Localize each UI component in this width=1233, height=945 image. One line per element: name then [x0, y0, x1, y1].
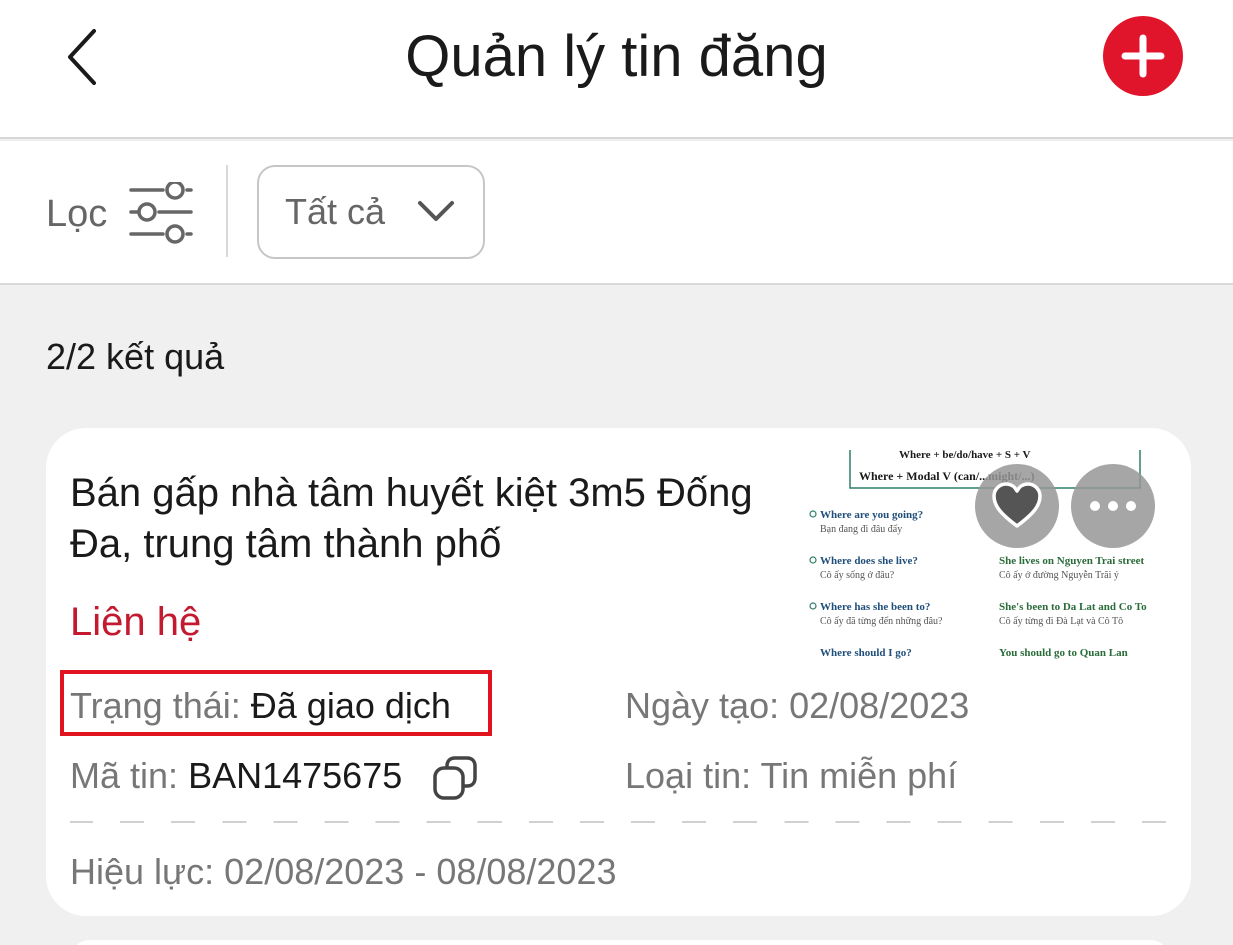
page-title: Quản lý tin đăng — [405, 24, 828, 89]
svg-text:Cô ấy đã từng đến những đâu?: Cô ấy đã từng đến những đâu? — [820, 616, 943, 627]
more-options-button[interactable] — [1071, 464, 1155, 548]
svg-text:She lives on Nguyen Trai stree: She lives on Nguyen Trai street — [999, 555, 1144, 567]
svg-text:Cô ấy từng đi Đà Lạt và Cô Tô: Cô ấy từng đi Đà Lạt và Cô Tô — [999, 616, 1123, 627]
svg-text:Where does she live?: Where does she live? — [820, 555, 918, 567]
sliders-icon — [129, 182, 194, 244]
listing-card-next[interactable] — [70, 940, 1170, 945]
svg-text:Cô ấy sống ở đâu?: Cô ấy sống ở đâu? — [820, 570, 895, 581]
created-value: 02/08/2023 — [789, 685, 970, 726]
code-label: Mã tin: — [70, 755, 179, 796]
copy-code-button[interactable] — [431, 754, 479, 802]
heart-icon — [992, 482, 1042, 528]
svg-text:Where should I go?: Where should I go? — [820, 647, 912, 659]
favorite-button[interactable] — [975, 464, 1059, 548]
validity-row: Hiệu lực: 02/08/2023 - 08/08/2023 — [70, 850, 617, 894]
svg-text:Cô ấy ở đường Nguyễn Trãi ý: Cô ấy ở đường Nguyễn Trãi ý — [999, 570, 1119, 581]
filter-button[interactable]: Lọc — [46, 181, 194, 247]
validity-value: 02/08/2023 - 08/08/2023 — [224, 851, 617, 892]
status-label: Trạng thái: — [70, 685, 241, 726]
code-row: Mã tin: BAN1475675 — [70, 754, 402, 798]
thumb-line1: Where + be/do/have + S + V — [899, 450, 1031, 461]
app-header: Quản lý tin đăng — [0, 0, 1233, 139]
more-horizontal-icon — [1090, 501, 1136, 511]
divider — [226, 165, 228, 257]
code-value: BAN1475675 — [188, 755, 403, 796]
dashed-divider — [70, 821, 1170, 823]
type-label: Loại tin: — [625, 755, 752, 796]
svg-text:You should go to Quan Lan: You should go to Quan Lan — [999, 647, 1128, 659]
svg-text:Bạn đang đi đâu đấy: Bạn đang đi đâu đấy — [820, 524, 902, 535]
listing-price: Liên hệ — [70, 600, 202, 644]
filter-bar: Lọc Tất cả — [0, 141, 1233, 285]
created-label: Ngày tạo: — [625, 685, 780, 726]
results-count: 2/2 kết quả — [46, 336, 225, 377]
copy-icon — [433, 756, 477, 800]
svg-text:Where are you going?: Where are you going? — [820, 509, 923, 521]
status-row: Trạng thái: Đã giao dịch — [70, 684, 451, 728]
svg-text:She's been to Da Lat and Co To: She's been to Da Lat and Co To — [999, 601, 1147, 613]
listing-title: Bán gấp nhà tâm huyết kiệt 3m5 Đống Đa, … — [70, 471, 753, 566]
type-row: Loại tin: Tin miễn phí — [625, 754, 957, 798]
plus-icon — [1121, 34, 1165, 78]
add-listing-button[interactable] — [1103, 16, 1183, 96]
listing-card[interactable]: Bán gấp nhà tâm huyết kiệt 3m5 Đống Đa, … — [46, 428, 1191, 916]
status-select[interactable]: Tất cả — [257, 165, 485, 259]
chevron-down-icon — [418, 201, 454, 221]
status-value: Đã giao dịch — [250, 685, 451, 726]
svg-text:Where has she been to?: Where has she been to? — [820, 601, 930, 613]
type-value: Tin miễn phí — [760, 755, 958, 796]
created-date-row: Ngày tạo: 02/08/2023 — [625, 684, 969, 728]
validity-label: Hiệu lực: — [70, 851, 215, 892]
status-select-value: Tất cả — [285, 191, 386, 232]
filter-label: Lọc — [46, 192, 108, 235]
